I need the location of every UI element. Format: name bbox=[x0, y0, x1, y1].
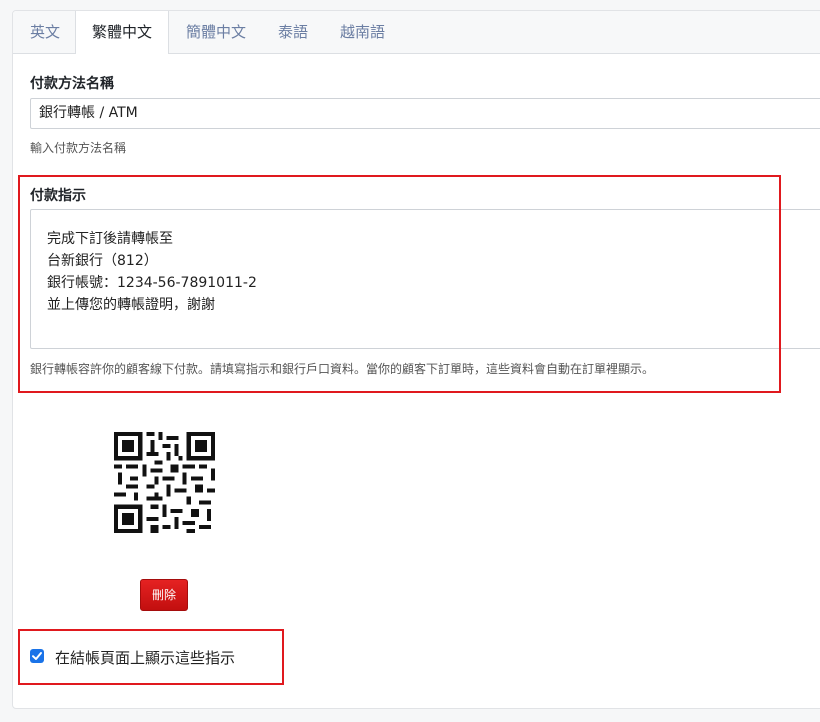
payment-name-help: 輸入付款方法名稱 bbox=[30, 141, 127, 155]
tab-thai[interactable]: 泰語 bbox=[278, 11, 308, 53]
language-tabs: 英文 繁體中文 簡體中文 泰語 越南語 bbox=[13, 11, 820, 54]
qr-code-image bbox=[114, 432, 215, 533]
tab-vietnamese[interactable]: 越南語 bbox=[340, 11, 385, 53]
payment-name-input[interactable]: 銀行轉帳 / ATM bbox=[30, 98, 820, 129]
tab-traditional-chinese[interactable]: 繁體中文 bbox=[75, 11, 169, 54]
delete-button[interactable]: 刪除 bbox=[140, 579, 188, 611]
tab-english[interactable]: 英文 bbox=[30, 11, 60, 53]
payment-name-label: 付款方法名稱 bbox=[30, 76, 114, 92]
tab-simplified-chinese[interactable]: 簡體中文 bbox=[186, 11, 246, 53]
checkbox-highlight-box bbox=[18, 629, 284, 685]
instructions-highlight-box bbox=[18, 175, 781, 393]
